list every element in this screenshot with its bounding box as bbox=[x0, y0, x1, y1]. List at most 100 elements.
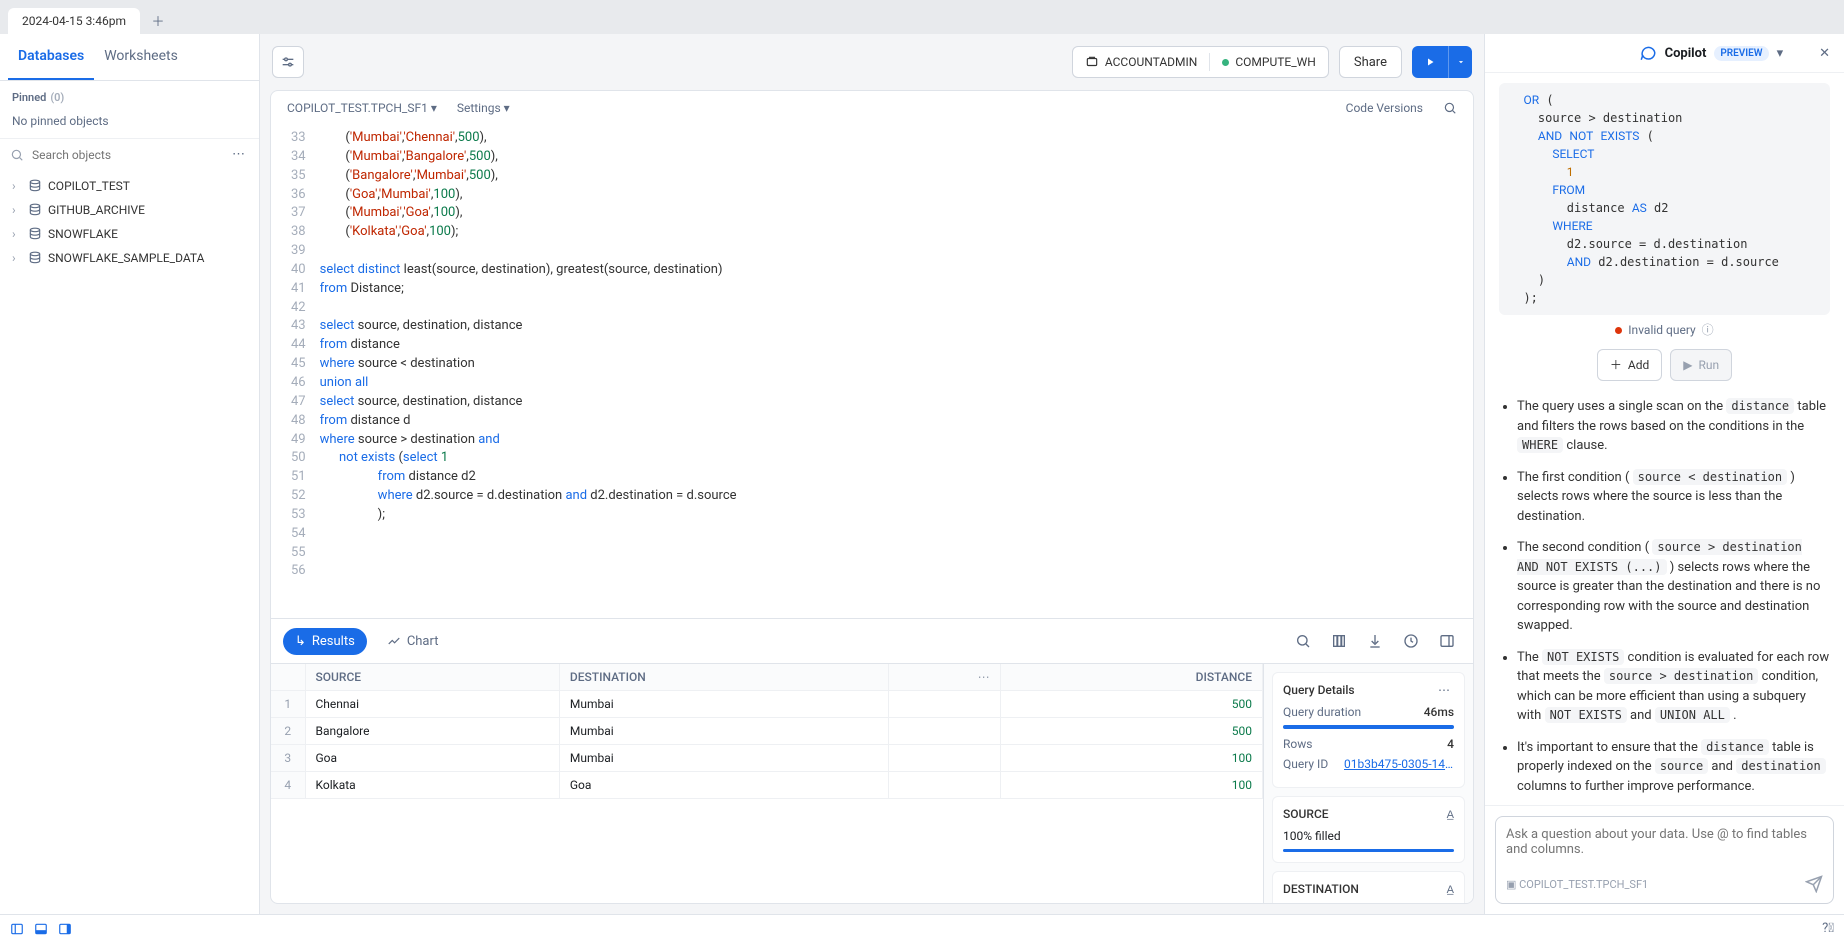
filter-button[interactable] bbox=[272, 46, 304, 78]
copilot-input[interactable] bbox=[1506, 827, 1823, 867]
run-dropdown[interactable] bbox=[1448, 46, 1472, 78]
column-header[interactable]: DISTANCE bbox=[1000, 664, 1262, 691]
results-icon: ↳ bbox=[295, 634, 306, 649]
copilot-run-button: ▶Run bbox=[1670, 349, 1732, 381]
pinned-empty: No pinned objects bbox=[12, 114, 247, 128]
error-dot-icon bbox=[1615, 327, 1622, 334]
send-icon[interactable] bbox=[1805, 875, 1823, 893]
database-label: SNOWFLAKE bbox=[48, 227, 118, 241]
preview-badge: PREVIEW bbox=[1714, 46, 1768, 61]
warehouse-label: COMPUTE_WH bbox=[1235, 55, 1316, 69]
info-icon[interactable]: ⓘ bbox=[1702, 321, 1714, 339]
warehouse-status-dot bbox=[1222, 59, 1229, 66]
filled-bar bbox=[1283, 849, 1454, 852]
share-button[interactable]: Share bbox=[1339, 46, 1402, 78]
table-row[interactable]: 1ChennaiMumbai500 bbox=[271, 691, 1263, 718]
download-icon[interactable] bbox=[1361, 627, 1389, 655]
search-icon bbox=[10, 148, 24, 162]
search-objects-input[interactable] bbox=[32, 148, 220, 162]
copilot-bullet: It's important to ensure that the distan… bbox=[1517, 738, 1830, 797]
context-db-icon: ▣ bbox=[1506, 878, 1516, 891]
sql-editor[interactable]: 3334353637383940414243444546474849505152… bbox=[271, 125, 1473, 618]
left-sidebar: Databases Worksheets Pinned (0) No pinned… bbox=[0, 34, 260, 914]
column-header[interactable]: SOURCE bbox=[305, 664, 559, 691]
editor-search-icon[interactable] bbox=[1443, 101, 1457, 115]
copilot-panel: Copilot PREVIEW ▾ ✕ OR ( source > destin… bbox=[1484, 34, 1844, 914]
database-label: GITHUB_ARCHIVE bbox=[48, 203, 145, 217]
pinned-label: Pinned bbox=[12, 91, 46, 104]
results-search-icon[interactable] bbox=[1289, 627, 1317, 655]
copilot-bullet: The first condition ( source < destinati… bbox=[1517, 468, 1830, 527]
database-item[interactable]: › COPILOT_TEST bbox=[0, 174, 259, 198]
copilot-context[interactable]: COPILOT_TEST.TPCH_SF1 bbox=[1519, 878, 1648, 891]
context-breadcrumb[interactable]: COPILOT_TEST.TPCH_SF1 ▾ bbox=[287, 101, 437, 115]
source-filled: 100% filled bbox=[1283, 829, 1454, 843]
invalid-query-label: Invalid query bbox=[1628, 321, 1695, 339]
help-icon[interactable]: ?⃝ bbox=[1822, 921, 1834, 936]
plus-icon: ＋ bbox=[1610, 356, 1622, 374]
copilot-sql-snippet: OR ( source > destination AND NOT EXISTS… bbox=[1499, 83, 1830, 315]
chevron-right-icon: › bbox=[12, 227, 22, 241]
status-bar: ?⃝ bbox=[0, 914, 1844, 942]
chart-icon bbox=[387, 634, 401, 648]
sort-icon[interactable]: A̲ bbox=[1447, 808, 1454, 821]
code-versions-link[interactable]: Code Versions bbox=[1346, 101, 1423, 115]
new-tab-button[interactable]: ＋ bbox=[144, 6, 172, 34]
run-button[interactable] bbox=[1412, 46, 1448, 78]
chevron-right-icon: › bbox=[12, 203, 22, 217]
query-duration: 46ms bbox=[1424, 705, 1454, 719]
role-icon bbox=[1085, 55, 1099, 69]
details-more-icon[interactable]: ⋯ bbox=[1434, 683, 1454, 697]
copilot-dropdown-icon[interactable]: ▾ bbox=[1777, 46, 1784, 61]
copilot-bullet: The second condition ( source > destinat… bbox=[1517, 538, 1830, 636]
close-icon[interactable]: ✕ bbox=[1819, 46, 1830, 61]
nav-worksheets[interactable]: Worksheets bbox=[94, 34, 188, 80]
panel-toggle-icon[interactable] bbox=[1433, 627, 1461, 655]
database-icon bbox=[28, 179, 42, 193]
panel-icon-2[interactable] bbox=[34, 922, 48, 936]
panel-icon-3[interactable] bbox=[58, 922, 72, 936]
database-tree: › COPILOT_TEST › GITHUB_ARCHIVE › SNOWFLAKE › S… bbox=[0, 170, 259, 914]
panel-icon-1[interactable] bbox=[10, 922, 24, 936]
settings-link[interactable]: Settings ▾ bbox=[457, 101, 510, 115]
history-icon[interactable] bbox=[1397, 627, 1425, 655]
copilot-bullet: The NOT EXISTS condition is evaluated fo… bbox=[1517, 648, 1830, 726]
duration-bar bbox=[1283, 725, 1454, 729]
database-item[interactable]: › SNOWFLAKE_SAMPLE_DATA bbox=[0, 246, 259, 270]
copilot-add-button[interactable]: ＋Add bbox=[1597, 349, 1662, 381]
source-column-title: SOURCE bbox=[1283, 807, 1329, 821]
database-label: COPILOT_TEST bbox=[48, 179, 130, 193]
pinned-count: (0) bbox=[50, 91, 64, 104]
copilot-bullet: The query uses a single scan on the dist… bbox=[1517, 397, 1830, 456]
row-count: 4 bbox=[1447, 737, 1454, 751]
role-label: ACCOUNTADMIN bbox=[1105, 55, 1198, 69]
database-label: SNOWFLAKE_SAMPLE_DATA bbox=[48, 251, 204, 265]
database-icon bbox=[28, 251, 42, 265]
database-item[interactable]: › SNOWFLAKE bbox=[0, 222, 259, 246]
copilot-icon bbox=[1639, 44, 1657, 62]
chevron-right-icon: › bbox=[12, 179, 22, 193]
context-selector[interactable]: ACCOUNTADMIN COMPUTE_WH bbox=[1072, 46, 1329, 78]
table-row[interactable]: 2BangaloreMumbai500 bbox=[271, 718, 1263, 745]
table-row[interactable]: 4KolkataGoa100 bbox=[271, 772, 1263, 799]
results-grid[interactable]: SOURCEDESTINATION⋯DISTANCE1ChennaiMumbai… bbox=[271, 664, 1263, 903]
sort-icon[interactable]: A̲ bbox=[1447, 883, 1454, 896]
worksheet-tab[interactable]: 2024-04-15 3:46pm bbox=[8, 8, 140, 34]
dest-column-title: DESTINATION bbox=[1283, 882, 1359, 896]
results-tab[interactable]: ↳Results bbox=[283, 628, 367, 655]
play-icon: ▶ bbox=[1683, 356, 1692, 374]
chevron-down-icon: ▾ bbox=[504, 101, 510, 115]
database-item[interactable]: › GITHUB_ARCHIVE bbox=[0, 198, 259, 222]
chevron-down-icon: ▾ bbox=[431, 101, 437, 115]
column-header[interactable]: DESTINATION bbox=[559, 664, 888, 691]
query-id-link[interactable]: 01b3b475-0305-140d-... bbox=[1344, 757, 1454, 771]
window-tabbar: 2024-04-15 3:46pm ＋ bbox=[0, 0, 1844, 34]
columns-icon[interactable] bbox=[1325, 627, 1353, 655]
chart-tab[interactable]: Chart bbox=[375, 628, 451, 655]
database-icon bbox=[28, 227, 42, 241]
sidebar-more-icon[interactable]: ⋯ bbox=[228, 147, 249, 162]
details-title: Query Details bbox=[1283, 683, 1355, 697]
table-row[interactable]: 3GoaMumbai100 bbox=[271, 745, 1263, 772]
chevron-right-icon: › bbox=[12, 251, 22, 265]
nav-databases[interactable]: Databases bbox=[8, 34, 94, 80]
